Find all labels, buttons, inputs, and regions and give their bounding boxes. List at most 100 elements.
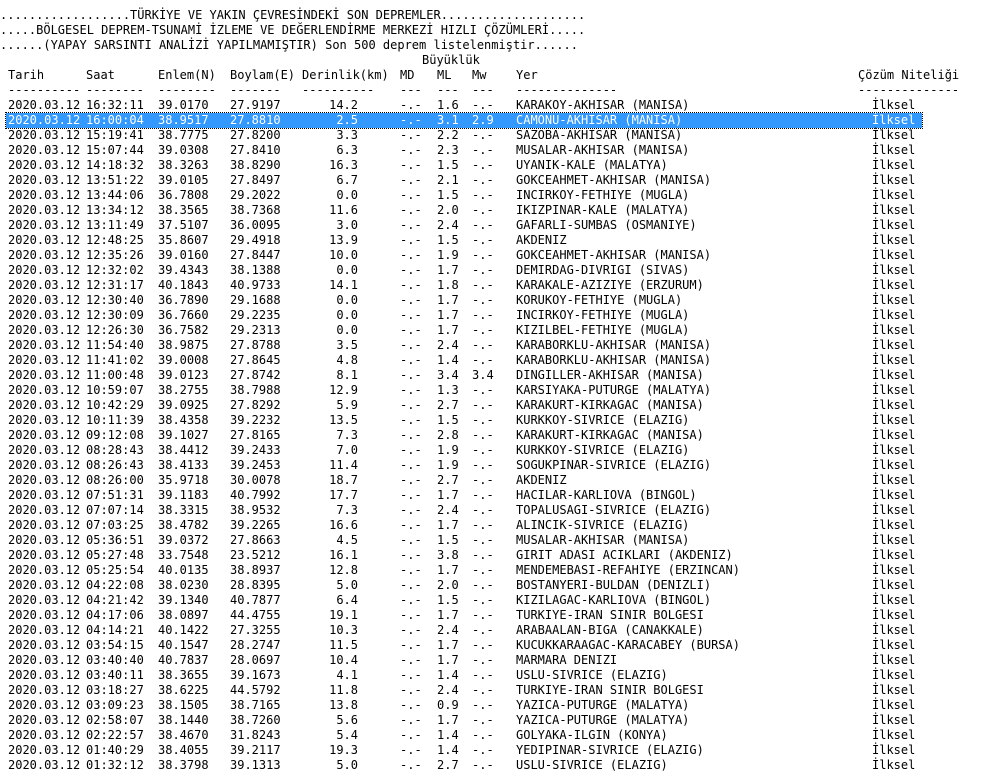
cell-depth: 14.1 bbox=[329, 278, 358, 292]
cell-mw: -.- bbox=[472, 293, 494, 307]
cell-solution-quality: İlksel bbox=[872, 293, 916, 307]
cell-mw: -.- bbox=[472, 203, 494, 217]
cell-longitude: 44.4755 bbox=[230, 608, 281, 622]
cell-solution-quality: İlksel bbox=[872, 443, 916, 457]
cell-mw: -.- bbox=[472, 158, 494, 172]
cell-mw: -.- bbox=[472, 188, 494, 202]
cell-time: 13:11:49 bbox=[86, 218, 144, 232]
cell-mw: -.- bbox=[472, 728, 494, 742]
cell-ml: 1.5 bbox=[437, 413, 459, 427]
col-header-boylam: Boylam(E) bbox=[230, 68, 296, 82]
cell-solution-quality: İlksel bbox=[872, 98, 916, 112]
cell-md: -.- bbox=[400, 743, 422, 757]
magnitude-group-label: Büyüklük bbox=[422, 53, 480, 67]
cell-depth: 11.8 bbox=[329, 683, 358, 697]
cell-md: -.- bbox=[400, 518, 422, 532]
cell-time: 12:35:26 bbox=[86, 248, 144, 262]
cell-time: 13:51:22 bbox=[86, 173, 144, 187]
divider-boylam: ------- bbox=[230, 83, 281, 97]
cell-date: 2020.03.12 bbox=[8, 608, 81, 622]
cell-longitude: 27.3255 bbox=[230, 623, 281, 637]
cell-latitude: 39.0170 bbox=[158, 98, 209, 112]
cell-ml: 1.9 bbox=[437, 443, 459, 457]
cell-md: -.- bbox=[400, 503, 422, 517]
cell-time: 03:40:40 bbox=[86, 653, 144, 667]
cell-md: -.- bbox=[400, 563, 422, 577]
cell-latitude: 40.1843 bbox=[158, 278, 209, 292]
header-note: ......(YAPAY SARSINTI ANALİZİ YAPILMAMIŞ… bbox=[0, 38, 578, 52]
cell-date: 2020.03.12 bbox=[8, 323, 81, 337]
cell-md: -.- bbox=[400, 638, 422, 652]
cell-mw: -.- bbox=[472, 443, 494, 457]
col-header-ml: ML bbox=[437, 68, 452, 82]
cell-date: 2020.03.12 bbox=[8, 98, 81, 112]
cell-latitude: 40.1422 bbox=[158, 623, 209, 637]
cell-solution-quality: İlksel bbox=[872, 563, 916, 577]
cell-place: KIZILAGAC-KARLIOVA (BINGOL) bbox=[516, 593, 712, 607]
cell-latitude: 39.0008 bbox=[158, 353, 209, 367]
cell-md: -.- bbox=[400, 128, 422, 142]
cell-solution-quality: İlksel bbox=[872, 383, 916, 397]
cell-mw: -.- bbox=[472, 623, 494, 637]
cell-latitude: 38.1505 bbox=[158, 698, 209, 712]
cell-longitude: 29.1688 bbox=[230, 293, 281, 307]
cell-date: 2020.03.12 bbox=[8, 368, 81, 382]
cell-place: TURKIYE-IRAN SINIR BOLGESI bbox=[516, 608, 704, 622]
cell-depth: 3.5 bbox=[336, 338, 358, 352]
cell-place: MENDEMEBASI-REFAHIYE (ERZINCAN) bbox=[516, 563, 740, 577]
cell-date: 2020.03.12 bbox=[8, 728, 81, 742]
cell-solution-quality: İlksel bbox=[872, 353, 916, 367]
cell-depth: 5.0 bbox=[336, 578, 358, 592]
cell-mw: -.- bbox=[472, 338, 494, 352]
cell-date: 2020.03.12 bbox=[8, 668, 81, 682]
cell-place: KARAKURT-KIRKAGAC (MANISA) bbox=[516, 398, 704, 412]
cell-ml: 3.4 bbox=[437, 368, 459, 382]
cell-mw: -.- bbox=[472, 713, 494, 727]
cell-time: 03:09:23 bbox=[86, 698, 144, 712]
cell-depth: 0.0 bbox=[336, 293, 358, 307]
cell-time: 15:07:44 bbox=[86, 143, 144, 157]
cell-longitude: 29.2313 bbox=[230, 323, 281, 337]
cell-place: GAFARLI-SUMBAS (OSMANIYE) bbox=[516, 218, 697, 232]
cell-place: ALINCIK-SIVRICE (ELAZIG) bbox=[516, 518, 690, 532]
cell-md: -.- bbox=[400, 293, 422, 307]
cell-date: 2020.03.12 bbox=[8, 683, 81, 697]
cell-place: TURKIYE-IRAN SINIR BOLGESI bbox=[516, 683, 704, 697]
cell-depth: 14.2 bbox=[329, 98, 358, 112]
table-row-selected[interactable]: 2020.03.12 16:00:04 38.9517 27.8810 2.5 -.- 3.… bbox=[5, 112, 923, 129]
cell-place: KIZILBEL-FETHIYE (MUGLA) bbox=[516, 323, 690, 337]
cell-solution-quality: İlksel bbox=[872, 638, 916, 652]
divider-mw: --- bbox=[472, 83, 494, 97]
cell-date: 2020.03.12 bbox=[8, 758, 81, 772]
cell-longitude: 38.9532 bbox=[230, 503, 281, 517]
cell-time: 12:31:17 bbox=[86, 278, 144, 292]
cell-depth: 4.5 bbox=[336, 533, 358, 547]
cell-solution-quality: İlksel bbox=[872, 518, 916, 532]
cell-depth: 5.0 bbox=[336, 758, 358, 772]
cell-ml: 1.5 bbox=[437, 533, 459, 547]
cell-date: 2020.03.12 bbox=[8, 503, 81, 517]
cell-mw: -.- bbox=[472, 353, 494, 367]
cell-md: -.- bbox=[400, 203, 422, 217]
cell-solution-quality: İlksel bbox=[872, 758, 916, 772]
cell-mw: -.- bbox=[472, 143, 494, 157]
cell-time: 01:32:12 bbox=[86, 758, 144, 772]
cell-solution-quality: İlksel bbox=[872, 218, 916, 232]
header-subtitle: .....BÖLGESEL DEPREM-TSUNAMİ İZLEME VE D… bbox=[0, 23, 586, 37]
cell-place: KARSIYAKA-PUTURGE (MALATYA) bbox=[516, 383, 712, 397]
cell-place: GOKCEAHMET-AKHISAR (MANISA) bbox=[516, 248, 712, 262]
cell-ml: 1.7 bbox=[437, 323, 459, 337]
cell-latitude: 35.9718 bbox=[158, 473, 209, 487]
cell-md: -.- bbox=[400, 323, 422, 337]
cell-longitude: 38.7988 bbox=[230, 383, 281, 397]
magnitude-group-label-line: Büyüklük bbox=[0, 53, 480, 68]
cell-longitude: 30.0078 bbox=[230, 473, 281, 487]
cell-ml: 1.7 bbox=[437, 518, 459, 532]
cell-ml: 2.2 bbox=[437, 128, 459, 142]
cell-time: 11:41:02 bbox=[86, 353, 144, 367]
cell-md: -.- bbox=[400, 428, 422, 442]
cell-latitude: 39.1183 bbox=[158, 488, 209, 502]
cell-ml: 1.7 bbox=[437, 263, 459, 277]
cell-md: -.- bbox=[400, 533, 422, 547]
cell-time: 10:11:39 bbox=[86, 413, 144, 427]
